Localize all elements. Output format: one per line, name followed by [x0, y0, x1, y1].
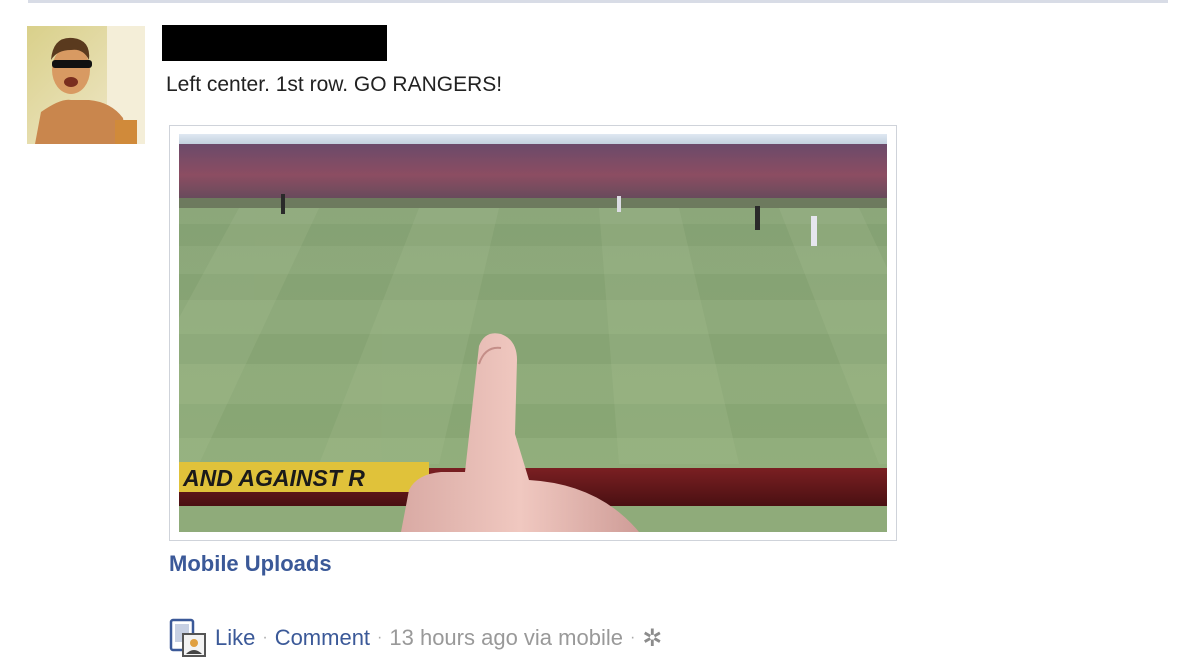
banner-text: AND AGAINST R — [182, 465, 365, 491]
separator-dot: · — [262, 629, 268, 646]
avatar-photo — [27, 26, 145, 144]
photo-attachment[interactable]: AND AGAINST R — [169, 125, 897, 541]
like-button[interactable]: Like — [215, 625, 255, 651]
separator-dot: · — [629, 629, 636, 646]
post-timestamp[interactable]: 13 hours ago via mobile — [389, 625, 623, 651]
post-action-bar: Like · Comment · 13 hours ago via mobile… — [169, 618, 662, 658]
separator-dot: · — [377, 629, 383, 646]
redacted-name — [162, 25, 387, 61]
avatar[interactable] — [27, 26, 145, 144]
feed-divider — [28, 0, 1168, 3]
post-message: Left center. 1st row. GO RANGERS! — [166, 73, 503, 96]
gear-icon[interactable]: ✲ — [642, 624, 662, 653]
mobile-upload-icon — [169, 618, 206, 657]
album-link-mobile-uploads[interactable]: Mobile Uploads — [169, 551, 332, 577]
ballpark-photo[interactable]: AND AGAINST R — [179, 134, 887, 532]
ballpark-photo-image: AND AGAINST R — [179, 134, 887, 532]
comment-button[interactable]: Comment — [275, 625, 370, 651]
